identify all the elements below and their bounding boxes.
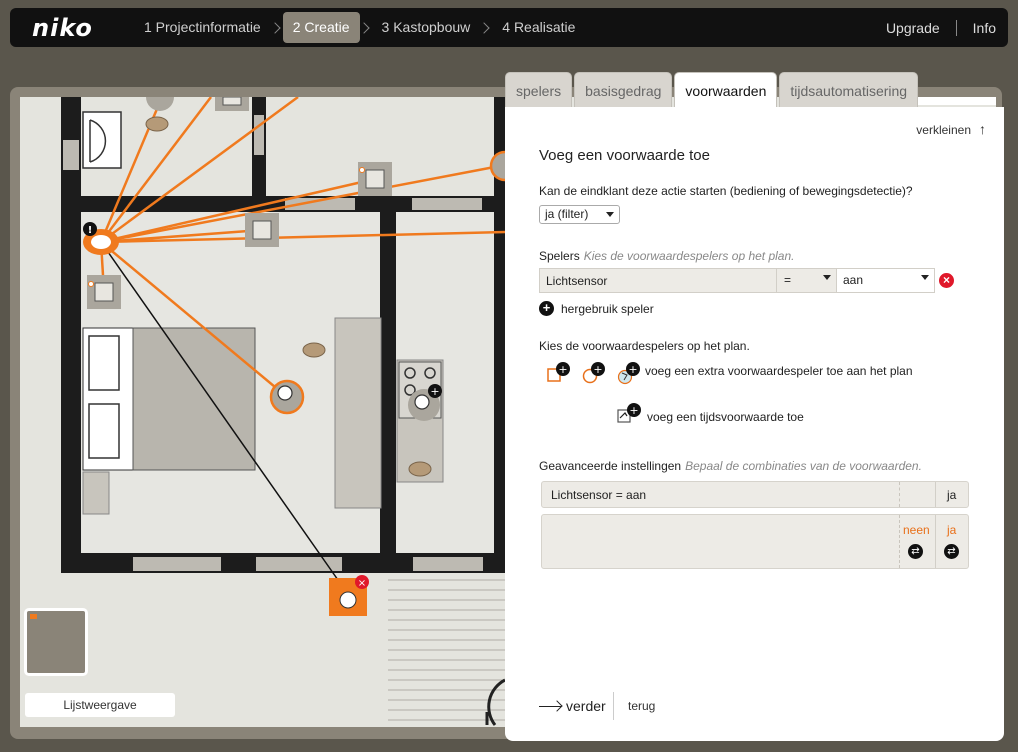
advanced-condition-value: ja: [947, 488, 957, 502]
swap-icon[interactable]: ⇄: [944, 544, 959, 559]
tab-spelers[interactable]: spelers: [505, 72, 573, 108]
reuse-label: hergebruik speler: [561, 301, 654, 316]
niko-logo[interactable]: niko: [32, 14, 134, 42]
caret-down-icon: [606, 212, 614, 217]
start-filter-value: ja (filter): [545, 207, 589, 221]
combination-ja-label: ja: [947, 523, 957, 537]
value-select[interactable]: aan: [836, 269, 934, 292]
choose-players-label: Kies de voorwaardespelers op het plan.: [539, 339, 750, 353]
tab-basisgedrag[interactable]: basisgedrag: [574, 72, 673, 108]
advanced-settings-label: Geavanceerde instellingen Bepaal de combi…: [539, 459, 922, 473]
advanced-title: Geavanceerde instellingen: [539, 459, 682, 473]
divider: [935, 482, 936, 507]
advanced-condition-row: Lichtsensor = aan ja: [541, 481, 969, 508]
add-sensor-player-icon: +: [617, 362, 640, 385]
arrow-up-icon: ↑: [979, 121, 986, 137]
add-time-condition-link[interactable]: voeg een tijdsvoorwaarde toe: [647, 410, 804, 424]
info-link[interactable]: Info: [973, 20, 996, 36]
upgrade-link[interactable]: Upgrade: [886, 20, 940, 36]
panel-title: Voeg een voorwaarde toe: [539, 147, 710, 164]
combination-neen-label: neen: [903, 523, 930, 537]
svg-text:×: ×: [358, 578, 366, 589]
delete-condition-icon[interactable]: ×: [939, 273, 954, 288]
conditions-panel: verkleinen ↑ Voeg een voorwaarde toe Kan …: [505, 107, 1004, 741]
players-label: Spelers Kies de voorwaardespelers op het …: [539, 249, 794, 263]
player-condition-row: Lichtsensor = aan: [539, 268, 935, 293]
arrow-right-icon: [539, 705, 561, 707]
divider: [955, 19, 957, 36]
add-time-condition-icon[interactable]: +: [617, 403, 645, 427]
add-circle-player-icon: +: [582, 362, 605, 384]
chevron-right-icon: [269, 21, 281, 34]
swap-icon[interactable]: ⇄: [908, 544, 923, 559]
shrink-label: verkleinen: [916, 123, 971, 137]
start-filter-select[interactable]: ja (filter): [539, 205, 620, 224]
players-hint: Kies de voorwaardespelers op het plan.: [583, 249, 795, 263]
back-button[interactable]: terug: [628, 699, 655, 713]
operator-value: =: [784, 273, 792, 287]
svg-text:+: +: [629, 404, 638, 417]
divider: [899, 482, 900, 507]
chevron-right-icon: [357, 21, 370, 34]
step-realisatie[interactable]: 4 Realisatie: [492, 12, 585, 43]
chevron-right-icon: [478, 21, 490, 34]
divider: [935, 515, 936, 568]
reuse-player-button[interactable]: + hergebruik speler: [539, 301, 654, 316]
minimap[interactable]: [24, 608, 88, 676]
minimap-marker: [30, 614, 37, 619]
advanced-condition-text: Lichtsensor = aan: [551, 488, 647, 502]
player-name: Lichtsensor: [546, 274, 608, 288]
step-creatie[interactable]: 2 Creatie: [282, 12, 360, 43]
add-square-player-icon: +: [547, 362, 570, 382]
top-navigation-bar: niko 1 Projectinformatie 2 Creatie 3 Kas…: [10, 8, 1008, 47]
next-button[interactable]: verder: [539, 698, 606, 714]
step-projectinformatie[interactable]: 1 Projectinformatie: [134, 12, 271, 43]
tab-voorwaarden[interactable]: voorwaarden: [674, 72, 778, 108]
advanced-combination-row: neen ja ⇄ ⇄: [541, 514, 969, 569]
svg-text:+: +: [430, 385, 439, 398]
svg-text:+: +: [593, 363, 602, 376]
svg-text:+: +: [628, 363, 637, 376]
value-value: aan: [843, 273, 864, 287]
advanced-hint: Bepaal de combinaties van de voorwaarden…: [685, 459, 922, 473]
start-question: Kan de eindklant deze actie starten (bed…: [539, 184, 913, 198]
list-view-button[interactable]: Lijstweergave: [25, 693, 175, 717]
caret-down-icon: [921, 275, 929, 280]
caret-down-icon: [823, 275, 831, 280]
plus-icon: +: [539, 301, 554, 316]
svg-text:!: !: [88, 225, 93, 236]
panel-tabs: spelers basisgedrag voorwaarden tijdsaut…: [505, 72, 920, 108]
next-label: verder: [566, 698, 606, 714]
top-right-links: Upgrade Info: [886, 8, 996, 47]
divider: [899, 515, 900, 568]
add-extra-player-link[interactable]: voeg een extra voorwaardespeler toe aan …: [645, 364, 913, 378]
step-kastopbouw[interactable]: 3 Kastopbouw: [372, 12, 481, 43]
operator-select[interactable]: =: [776, 269, 836, 292]
shrink-button[interactable]: verkleinen ↑: [916, 121, 986, 137]
svg-text:+: +: [558, 363, 567, 376]
tab-tijdsautomatisering[interactable]: tijdsautomatisering: [779, 72, 919, 108]
players-title: Spelers: [539, 249, 580, 263]
divider: [613, 692, 614, 720]
